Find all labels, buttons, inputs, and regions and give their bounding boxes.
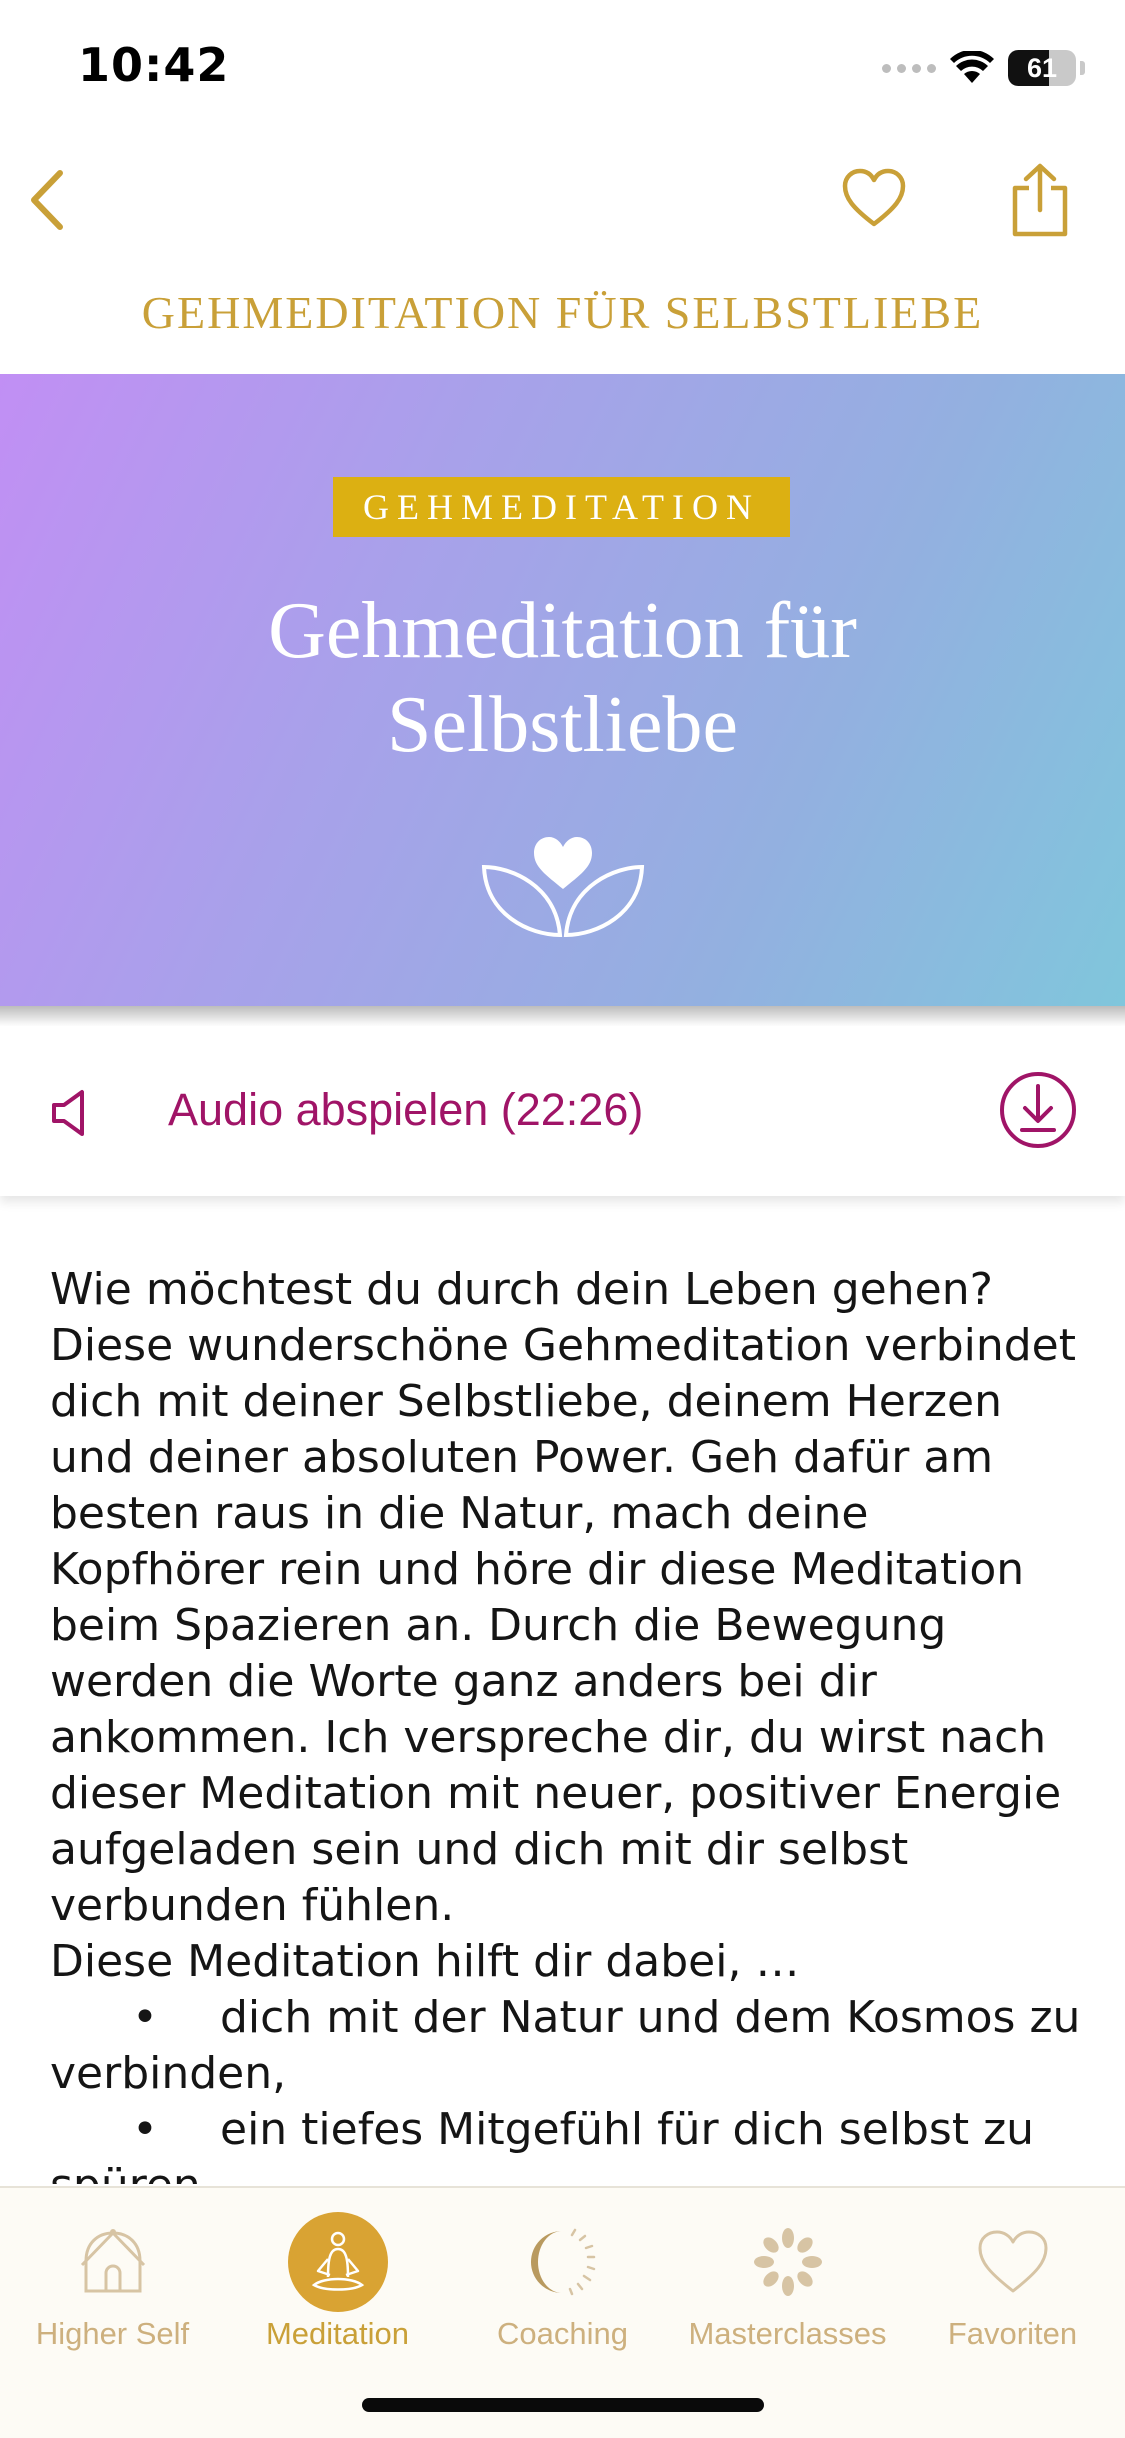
benefit-list: • dich mit der Natur und dem Kosmos zu ve… <box>50 1990 1090 2184</box>
tab-coaching[interactable]: Coaching <box>450 2208 675 2352</box>
tab-masterclasses[interactable]: Masterclasses <box>675 2208 900 2352</box>
heart-icon <box>978 2230 1047 2293</box>
status-time: 10:42 <box>78 38 230 92</box>
share-icon <box>1012 163 1068 237</box>
tab-label: Higher Self <box>35 2316 190 2351</box>
chevron-left-icon <box>31 170 63 230</box>
moon-sun-icon <box>530 2228 595 2296</box>
tab-higher-self[interactable]: Higher Self <box>0 2208 225 2352</box>
description-intro: Diese Meditation hilft dir dabei, … <box>50 1936 800 1987</box>
battery-icon: 61 <box>1008 50 1076 86</box>
hero-banner: GEHMEDITATION Gehmeditation für Selbstli… <box>0 374 1125 1006</box>
tab-label: Meditation <box>265 2316 410 2351</box>
speaker-icon <box>52 1090 84 1136</box>
hero-title-line1: Gehmeditation für <box>268 587 857 675</box>
status-icons: 61 <box>882 44 1085 92</box>
page-title: GEHMEDITATION FÜR SELBSTLIEBE <box>141 287 984 338</box>
house-icon <box>80 2229 145 2293</box>
category-tag: GEHMEDITATION <box>333 477 790 537</box>
heart-icon <box>842 168 906 227</box>
tab-favoriten[interactable]: Favoriten <box>900 2208 1125 2352</box>
description-paragraph: Wie möchtest du durch dein Leben gehen? … <box>50 1264 1076 1931</box>
flower-icon <box>753 2228 822 2296</box>
description-text: Wie möchtest du durch dein Leben gehen? … <box>50 1262 1090 2184</box>
tab-meditation[interactable]: Meditation <box>225 2208 450 2352</box>
share-button[interactable] <box>1000 155 1080 245</box>
battery-level: 61 <box>1026 53 1058 83</box>
hero-title-line2: Selbstliebe <box>386 681 739 769</box>
home-indicator <box>362 2398 764 2412</box>
heart-leaves-logo-icon <box>481 837 645 938</box>
tab-label: Coaching <box>497 2316 628 2351</box>
tab-label: Favoriten <box>947 2316 1078 2351</box>
back-button[interactable] <box>14 160 78 240</box>
hero-title: Gehmeditation für Selbstliebe <box>0 584 1125 772</box>
meditation-icon <box>311 2231 364 2291</box>
wifi-icon <box>950 51 994 83</box>
download-icon[interactable] <box>998 1070 1078 1150</box>
hero-divider-shadow <box>0 1006 1125 1026</box>
favorite-button[interactable] <box>836 160 912 236</box>
list-item: • ein tiefes Mitgefühl für dich selbst zu… <box>50 2104 1035 2184</box>
audio-player-bar[interactable]: Audio abspielen (22:26) <box>0 1026 1125 1196</box>
play-audio-button[interactable]: Audio abspielen (22:26) <box>168 1084 643 1136</box>
tab-label: Masterclasses <box>688 2316 887 2351</box>
cellular-signal-icon <box>882 63 936 73</box>
list-item: • dich mit der Natur und dem Kosmos zu ve… <box>50 1992 1081 2099</box>
